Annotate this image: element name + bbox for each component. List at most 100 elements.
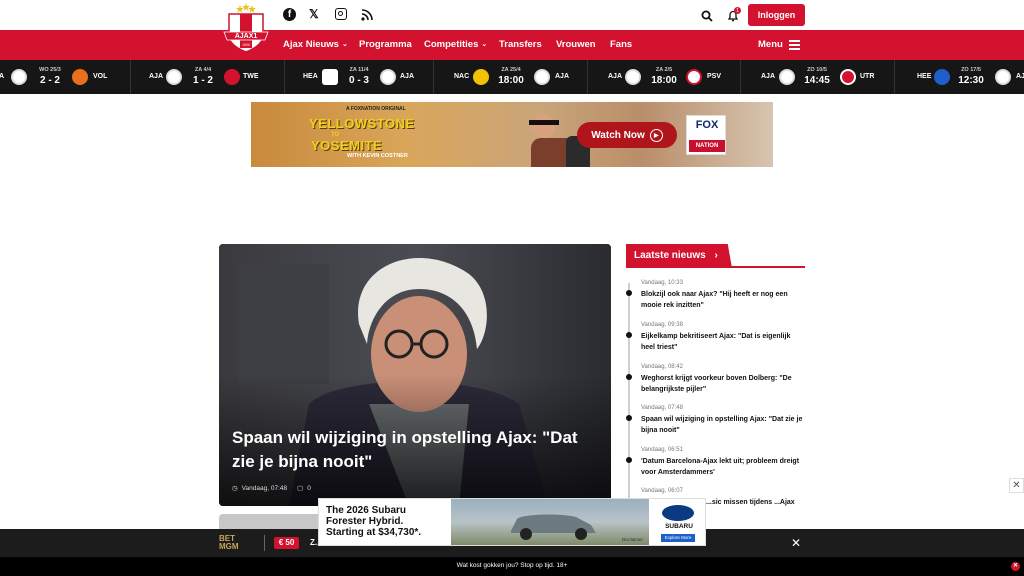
ad-brand: A FOXNATION ORIGINAL: [346, 106, 406, 112]
nav-item-ajax-nieuws[interactable]: Ajax Nieuws ⌄: [283, 39, 348, 50]
match-score: 1 - 2: [192, 75, 213, 86]
chevron-down-icon: ⌄: [481, 41, 488, 48]
home-team: NAC: [454, 73, 470, 80]
news-title[interactable]: Eijkelkamp bekritiseert Ajax: "Dat is ei…: [641, 331, 805, 353]
twente-crest-icon: [224, 69, 240, 85]
scores-bar: A WO 25/3 2 - 2 VOL AJA ZA 4/4 1 - 2 TWE…: [0, 60, 1024, 94]
explore-more-button[interactable]: Explore More: [661, 534, 695, 542]
hero-time: Vandaag, 07:48: [241, 484, 288, 492]
gambling-warning-text: Wat kost gokken jou? Stop op tijd. 18+: [456, 562, 568, 569]
menu-button[interactable]: Menu: [758, 39, 783, 50]
match-card[interactable]: AJA ZO 10/5 14:45 UTR: [741, 60, 895, 94]
subaru-logo: SUBARU Explore More: [651, 501, 705, 545]
notification-badge: 1: [734, 7, 741, 14]
ajax-logo[interactable]: AJAX1 1900: [221, 2, 271, 54]
match-score: 12:30: [958, 75, 984, 86]
ajax-crest-icon: [380, 69, 396, 85]
watch-now-button[interactable]: Watch Now ▶: [577, 122, 677, 148]
close-icon[interactable]: ✕: [1009, 478, 1024, 493]
instagram-icon[interactable]: [335, 8, 347, 20]
hero-article[interactable]: Spaan wil wijziging in opstelling Ajax: …: [219, 244, 611, 506]
ad-disclaimer[interactable]: Disclaimer: [622, 537, 643, 542]
utrecht-crest-icon: [840, 69, 856, 85]
nav-item-vrouwen[interactable]: Vrouwen: [556, 39, 596, 50]
ajax-crest-icon: [166, 69, 182, 85]
match-card[interactable]: HEE ZO 17/5 12:30 AJ: [895, 60, 1024, 94]
news-time: Vandaag, 06:07: [641, 488, 683, 494]
news-item[interactable]: Vandaag, 08:42 Weghorst krijgt voorkeur …: [626, 364, 806, 402]
away-team: AJA: [555, 73, 570, 80]
match-card[interactable]: HEA ZA 11/4 0 - 3 AJA: [285, 60, 434, 94]
subaru-brand: SUBARU: [665, 523, 693, 530]
match-score: 18:00: [651, 75, 677, 86]
betmgm-logo[interactable]: BET MGM: [219, 535, 239, 551]
home-team: AJA: [608, 73, 623, 80]
match-date: WO 25/3: [39, 67, 61, 73]
news-title[interactable]: 'Datum Barcelona-Ajax lekt uit; probleem…: [641, 456, 805, 478]
logo-year: 1900: [242, 43, 250, 47]
news-title[interactable]: Blokzijl ook naar Ajax? "Hij heeft er no…: [641, 289, 805, 311]
close-icon[interactable]: ✕: [1011, 562, 1020, 571]
news-time: Vandaag, 08:42: [641, 364, 683, 370]
nav-item-transfers[interactable]: Transfers: [499, 39, 542, 50]
main-nav: Ajax Nieuws ⌄ Programma Competities ⌄ Tran…: [0, 30, 1024, 60]
timeline-dot: [626, 290, 632, 296]
news-item[interactable]: Vandaag, 10:33 Blokzijl ook naar Ajax? "…: [626, 280, 806, 318]
clock-icon: ◷: [232, 485, 238, 492]
banner-ad[interactable]: A FOXNATION ORIGINAL YELLOWSTONE TO YOSE…: [251, 102, 773, 167]
match-date: ZA 2/5: [655, 67, 673, 73]
heerenveen-crest-icon: [934, 69, 950, 85]
away-team: AJ: [1016, 73, 1024, 80]
latest-news-header: Laatste nieuws ›: [626, 244, 805, 268]
match-date: ZA 4/4: [194, 67, 212, 73]
match-card[interactable]: A WO 25/3 2 - 2 VOL: [0, 60, 131, 94]
nav-label: Ajax Nieuws: [283, 39, 339, 50]
news-title[interactable]: Spaan wil wijziging in opstelling Ajax: …: [641, 414, 805, 436]
match-card[interactable]: AJA ZA 4/4 1 - 2 TWE: [131, 60, 285, 94]
match-date: ZA 25/4: [501, 67, 521, 73]
facebook-icon[interactable]: f: [283, 8, 296, 21]
news-title[interactable]: ...sic missen tijdens ...Ajax: [706, 497, 804, 508]
away-team: UTR: [860, 73, 875, 80]
subaru-ad[interactable]: The 2026 Subaru Forester Hybrid. Startin…: [318, 498, 706, 546]
news-title[interactable]: Weghorst krijgt voorkeur boven Dolberg: …: [641, 373, 805, 395]
nation-logo-text: NATION: [689, 140, 725, 152]
latest-news-underline: [626, 266, 805, 268]
timeline-dot: [626, 374, 632, 380]
subaru-ad-copy: The 2026 Subaru Forester Hybrid. Startin…: [326, 505, 421, 538]
close-icon[interactable]: ✕: [791, 536, 801, 550]
volendam-crest-icon: [72, 69, 88, 85]
match-score: 0 - 3: [348, 75, 369, 86]
match-card[interactable]: AJA ZA 2/5 18:00 PSV: [588, 60, 741, 94]
login-button[interactable]: Inloggen: [748, 4, 805, 26]
news-item[interactable]: Vandaag, 09:38 Eijkelkamp bekritiseert A…: [626, 322, 806, 360]
news-time: Vandaag, 10:33: [641, 280, 683, 286]
hero-meta: ◷ Vandaag, 07:48 ▢ 0: [232, 484, 311, 493]
news-time: Vandaag, 06:51: [641, 447, 683, 453]
ajax-crest-icon: [625, 69, 641, 85]
divider: [264, 535, 265, 551]
nav-item-competities[interactable]: Competities ⌄: [424, 39, 487, 50]
comment-count: 0: [307, 484, 311, 492]
comment-icon: ▢: [297, 485, 304, 492]
news-item[interactable]: Vandaag, 06:51 'Datum Barcelona-Ajax lek…: [626, 447, 806, 485]
match-date: ZO 17/5: [961, 67, 981, 73]
timeline-dot: [626, 332, 632, 338]
top-bar: f 𝕏 1 Inloggen: [0, 0, 1024, 30]
psv-crest-icon: [686, 69, 702, 85]
hamburger-icon[interactable]: [789, 40, 800, 50]
latest-news-tab[interactable]: Laatste nieuws ›: [626, 244, 732, 268]
nav-item-fans[interactable]: Fans: [610, 39, 632, 50]
nav-item-programma[interactable]: Programma: [359, 39, 412, 50]
rss-icon[interactable]: [361, 8, 373, 21]
hero-title[interactable]: Spaan wil wijziging in opstelling Ajax: …: [232, 426, 602, 474]
news-item[interactable]: Vandaag, 07:48 Spaan wil wijziging in op…: [626, 405, 806, 443]
nac-crest-icon: [473, 69, 489, 85]
match-card[interactable]: NAC ZA 25/4 18:00 AJA: [434, 60, 588, 94]
home-team: HEE: [917, 73, 932, 80]
search-icon[interactable]: [701, 9, 713, 22]
away-team: TWE: [243, 73, 259, 80]
watch-now-label: Watch Now: [591, 129, 645, 141]
x-icon[interactable]: 𝕏: [309, 7, 319, 21]
nav-label: Competities: [424, 39, 479, 50]
